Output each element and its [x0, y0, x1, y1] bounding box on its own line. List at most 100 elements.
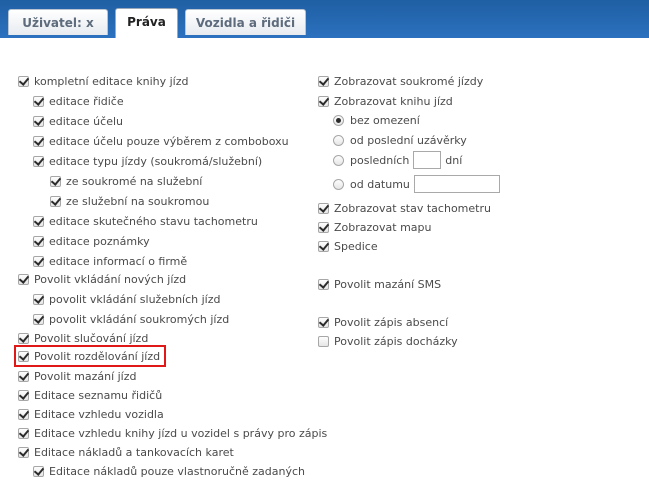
checkbox[interactable]: [33, 465, 44, 477]
perm-allow-delete-sms[interactable]: Povolit mazání SMS: [318, 275, 441, 293]
checkbox[interactable]: [33, 255, 44, 267]
perm-edit-vehicle-appearance[interactable]: Editace vzhledu vozidla: [18, 405, 164, 423]
perm-label: Zobrazovat stav tachometru: [334, 201, 491, 215]
checkbox[interactable]: [33, 293, 44, 305]
checkbox[interactable]: [318, 278, 329, 290]
perm-label: povolit vkládání služebních jízd: [49, 292, 221, 306]
perm-label: Editace vzhledu knihy jízd u vozidel s p…: [34, 426, 328, 440]
checkbox[interactable]: [33, 115, 44, 127]
perm-edit-drivers-list[interactable]: Editace seznamu řidičů: [18, 386, 162, 404]
perm-allow-delete-trips[interactable]: Povolit mazání jízd: [18, 367, 137, 385]
option-from-date[interactable]: od datumu: [333, 175, 504, 193]
days-input[interactable]: [413, 151, 442, 169]
option-from-last-close[interactable]: od poslední uzávěrky: [333, 131, 467, 149]
perm-label: ze soukromé na služební: [66, 174, 203, 188]
perm-label: Editace vzhledu vozidla: [34, 407, 164, 421]
checkbox[interactable]: [50, 175, 61, 187]
checkbox[interactable]: [318, 221, 329, 233]
checkbox[interactable]: [18, 75, 29, 87]
highlight-box: [14, 345, 166, 367]
perm-edit-own-costs[interactable]: Editace nákladů pouze vlastnoručně zadan…: [33, 462, 305, 480]
perm-label: Povolit mazání jízd: [34, 369, 137, 383]
perm-label: editace poznámky: [49, 234, 150, 248]
perm-label: povolit vkládání soukromých jízd: [49, 312, 230, 326]
checkbox[interactable]: [33, 235, 44, 247]
perm-edit-trip-type[interactable]: editace typu jízdy (soukromá/služební): [33, 152, 262, 170]
perm-show-odometer[interactable]: Zobrazovat stav tachometru: [318, 199, 491, 217]
perm-label: Zobrazovat knihu jízd: [334, 94, 453, 108]
perm-private-to-business[interactable]: ze soukromé na služební: [50, 172, 202, 190]
checkbox[interactable]: [318, 335, 329, 347]
perm-label: editace řidiče: [49, 94, 124, 108]
checkbox[interactable]: [18, 446, 29, 458]
perm-edit-logbook-appearance[interactable]: Editace vzhledu knihy jízd u vozidel s p…: [18, 424, 327, 442]
option-no-limit[interactable]: bez omezení: [333, 111, 420, 129]
option-label: bez omezení: [350, 113, 420, 127]
perm-show-private-trips[interactable]: Zobrazovat soukromé jízdy: [318, 72, 483, 90]
radio-button[interactable]: [333, 178, 344, 190]
perm-edit-costs-cards[interactable]: Editace nákladů a tankovacích karet: [18, 443, 234, 461]
checkbox[interactable]: [18, 408, 29, 420]
checkbox[interactable]: [33, 155, 44, 167]
tab-rights[interactable]: Práva: [115, 8, 178, 39]
checkbox[interactable]: [318, 240, 329, 252]
option-label: od datumu: [350, 177, 410, 191]
perm-edit-purpose-combobox[interactable]: editace účelu pouze výběrem z comboboxu: [33, 132, 289, 150]
perm-edit-company-info[interactable]: editace informací o firmě: [33, 252, 187, 270]
perm-label: Povolit zápis docházky: [334, 334, 458, 348]
days-unit-label: dní: [445, 153, 463, 167]
perm-label: Spedice: [334, 239, 378, 253]
tab-bar: Uživatel: x Práva Vozidla a řidiči: [0, 0, 649, 42]
checkbox[interactable]: [33, 135, 44, 147]
perm-edit-odometer[interactable]: editace skutečného stavu tachometru: [33, 212, 258, 230]
perm-forwarding[interactable]: Spedice: [318, 237, 378, 255]
perm-label: editace skutečného stavu tachometru: [49, 214, 258, 228]
perm-full-edit[interactable]: kompletní editace knihy jízd: [18, 72, 188, 90]
tab-user[interactable]: Uživatel: x: [8, 9, 108, 35]
perm-label: Povolit mazání SMS: [334, 277, 442, 291]
perm-business-to-private[interactable]: ze služební na soukromou: [50, 192, 209, 210]
checkbox[interactable]: [33, 215, 44, 227]
tab-vehicles-drivers[interactable]: Vozidla a řidiči: [185, 9, 306, 35]
checkbox[interactable]: [18, 427, 29, 439]
checkbox[interactable]: [18, 332, 29, 344]
perm-label: Povolit vkládání nových jízd: [34, 272, 187, 286]
perm-label: Editace nákladů a tankovacích karet: [34, 445, 234, 459]
perm-label: Zobrazovat soukromé jízdy: [334, 74, 484, 88]
radio-button[interactable]: [333, 134, 344, 146]
checkbox[interactable]: [318, 95, 329, 107]
perm-insert-business-trips[interactable]: povolit vkládání služebních jízd: [33, 290, 221, 308]
perm-allow-absence[interactable]: Povolit zápis absencí: [318, 313, 448, 331]
perm-edit-driver[interactable]: editace řidiče: [33, 92, 124, 110]
checkbox[interactable]: [18, 389, 29, 401]
perm-edit-note[interactable]: editace poznámky: [33, 232, 150, 250]
radio-button[interactable]: [333, 114, 344, 126]
radio-button[interactable]: [333, 154, 344, 166]
perm-label: kompletní editace knihy jízd: [34, 74, 189, 88]
perm-label: Editace seznamu řidičů: [34, 388, 163, 402]
checkbox[interactable]: [318, 202, 329, 214]
checkbox[interactable]: [33, 313, 44, 325]
perm-edit-purpose[interactable]: editace účelu: [33, 112, 123, 130]
option-last-days[interactable]: posledních dní: [333, 151, 462, 169]
checkbox[interactable]: [318, 316, 329, 328]
perm-insert-private-trips[interactable]: povolit vkládání soukromých jízd: [33, 310, 229, 328]
perm-show-map[interactable]: Zobrazovat mapu: [318, 218, 432, 236]
checkbox[interactable]: [18, 370, 29, 382]
perm-label: editace typu jízdy (soukromá/služební): [49, 154, 263, 168]
perm-show-logbook[interactable]: Zobrazovat knihu jízd: [318, 92, 453, 110]
perm-allow-insert-trips[interactable]: Povolit vkládání nových jízd: [18, 270, 186, 288]
checkbox[interactable]: [318, 75, 329, 87]
perm-label: editace účelu: [49, 114, 123, 128]
perm-label: editace účelu pouze výběrem z comboboxu: [49, 134, 289, 148]
perm-allow-attendance[interactable]: Povolit zápis docházky: [318, 332, 458, 350]
checkbox[interactable]: [33, 95, 44, 107]
option-label: posledních: [350, 153, 410, 167]
date-input[interactable]: [413, 175, 500, 193]
option-label: od poslední uzávěrky: [350, 133, 467, 147]
checkbox[interactable]: [50, 195, 61, 207]
perm-label: ze služební na soukromou: [66, 194, 210, 208]
perm-label: Povolit zápis absencí: [334, 315, 449, 329]
checkbox[interactable]: [18, 273, 29, 285]
perm-label: Editace nákladů pouze vlastnoručně zadan…: [49, 464, 305, 478]
